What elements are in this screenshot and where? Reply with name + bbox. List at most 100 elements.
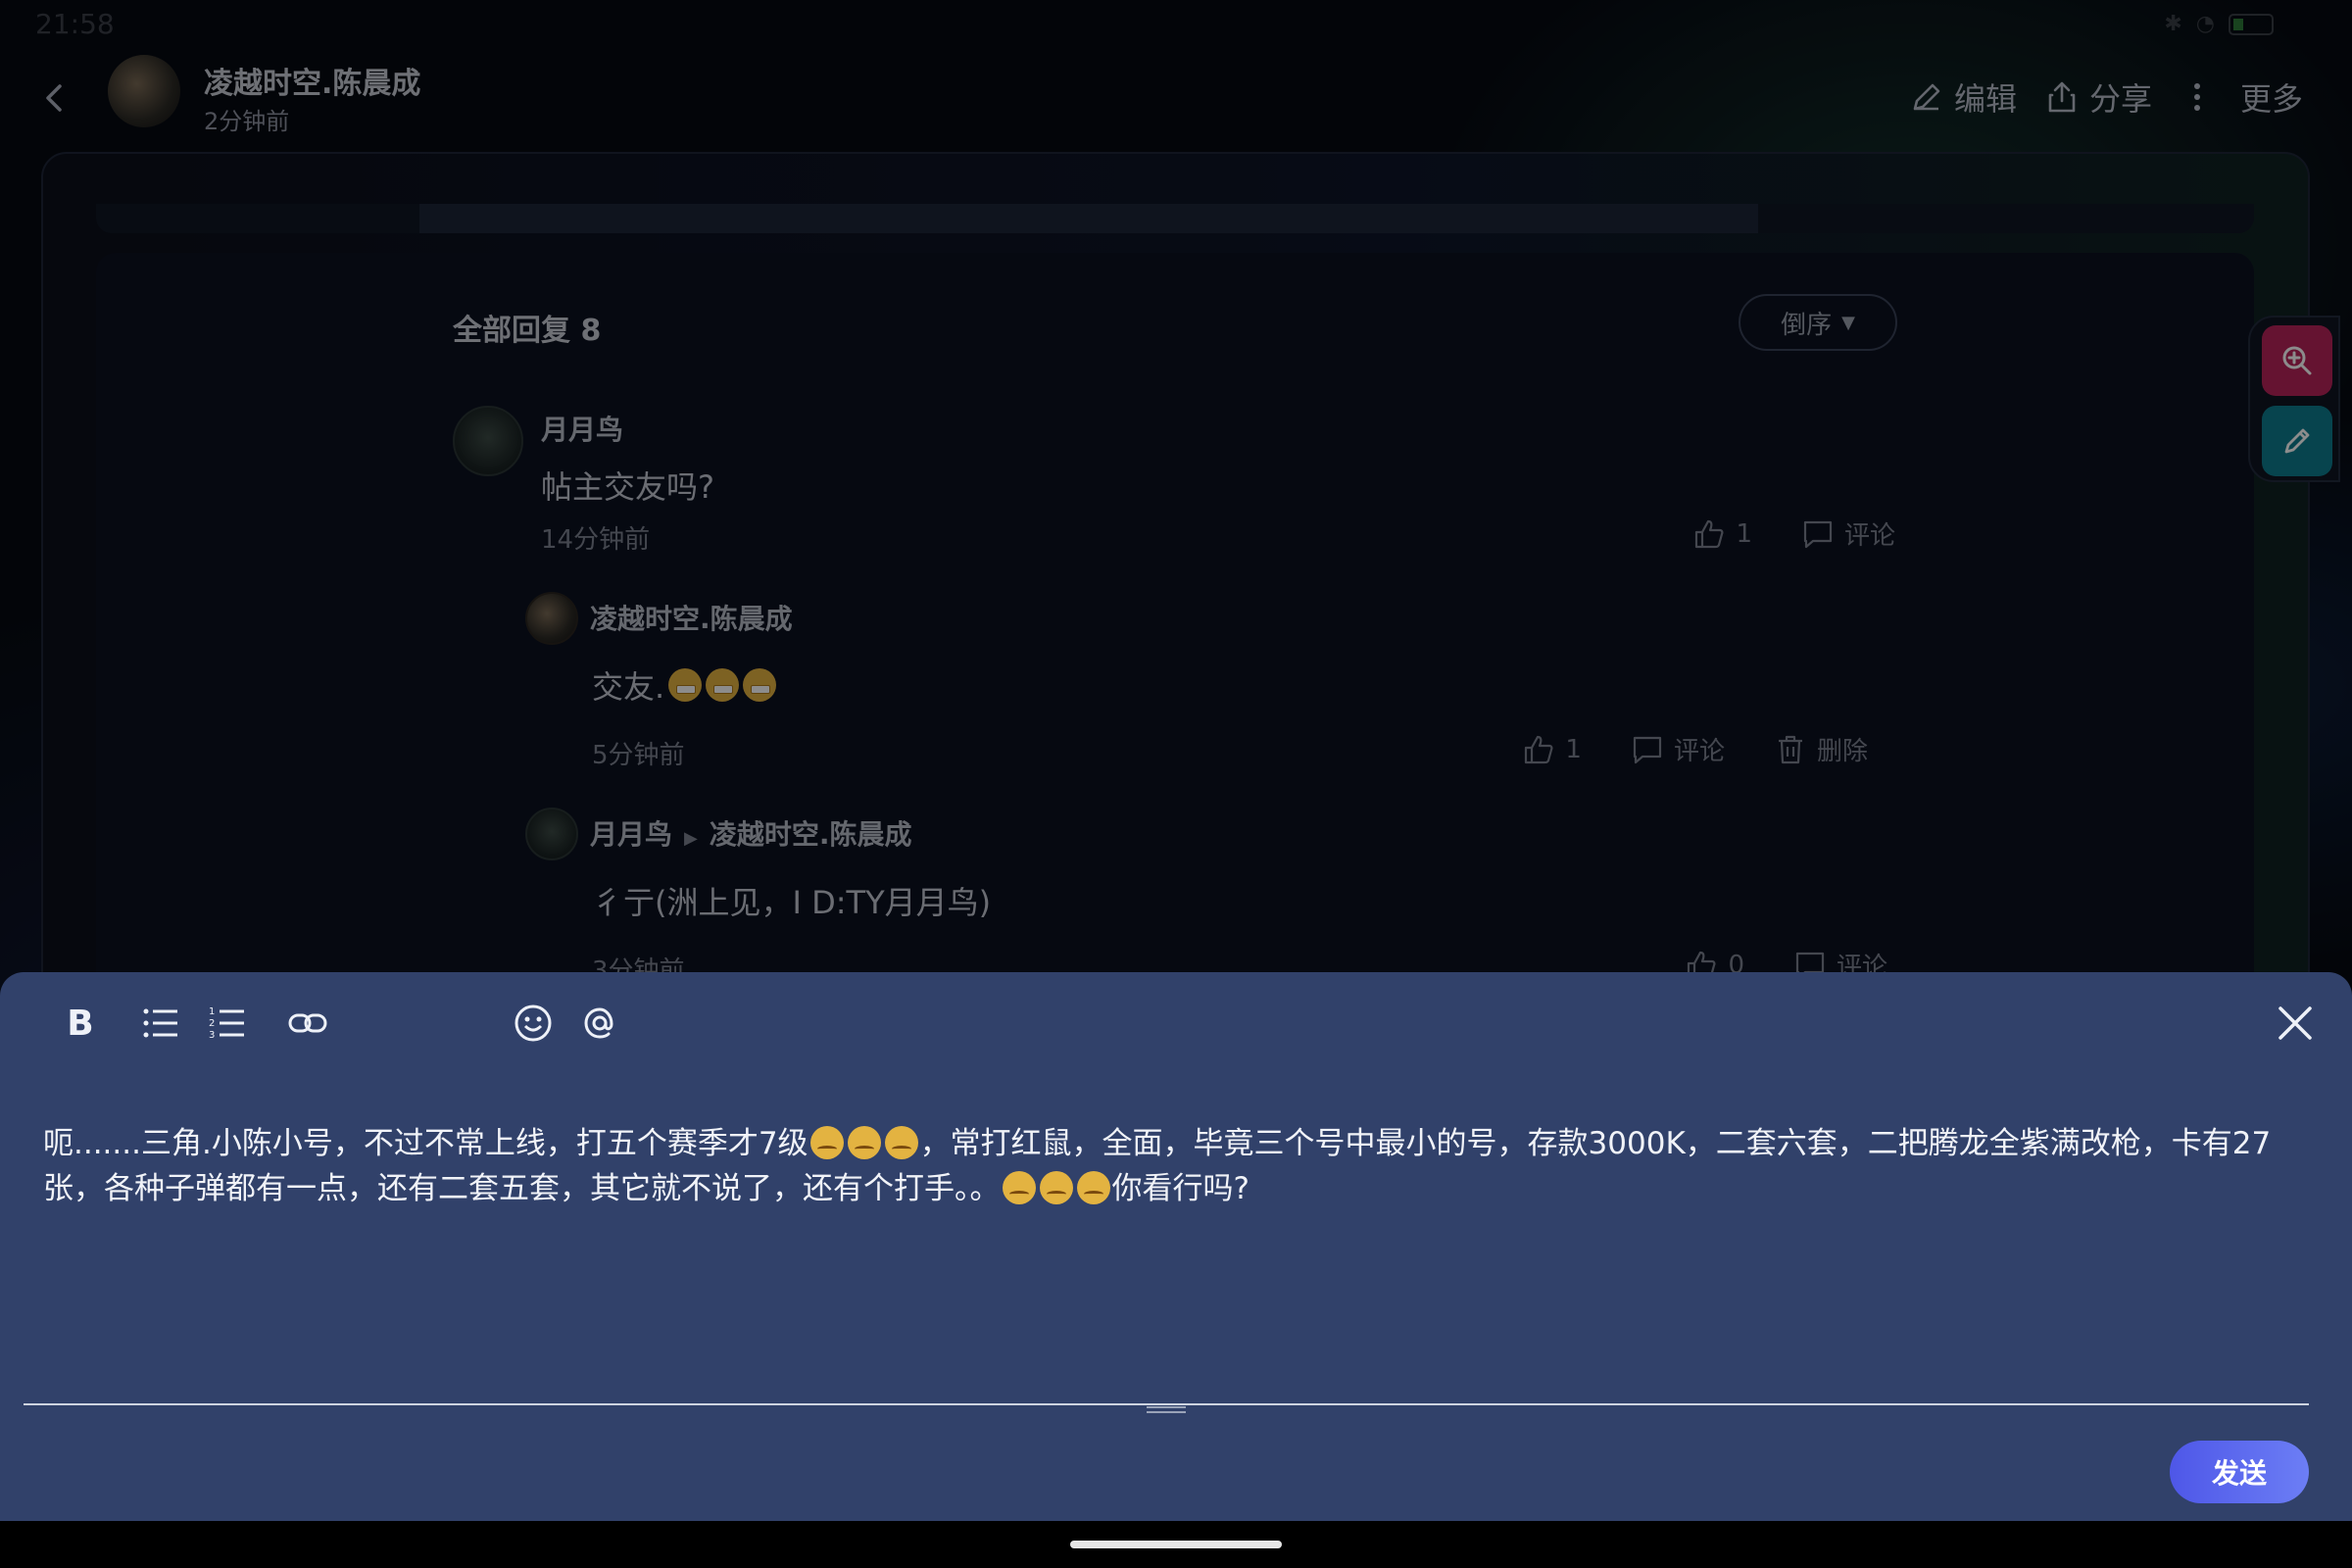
reply-text-part3: 你看行吗? bbox=[1111, 1171, 1250, 1206]
svg-text:3: 3 bbox=[209, 1030, 215, 1041]
grin-emoji-icon bbox=[706, 668, 740, 702]
share-button[interactable]: 分享 bbox=[2044, 74, 2152, 120]
like-button[interactable]: 1 bbox=[1692, 517, 1752, 551]
comment-button[interactable]: 评论 bbox=[1793, 947, 1887, 972]
comment-label: 评论 bbox=[1843, 521, 1895, 551]
like-button[interactable]: 1 bbox=[1522, 733, 1582, 766]
battery-icon bbox=[2229, 13, 2274, 35]
persevere-emoji-icon bbox=[1076, 1171, 1110, 1204]
like-count: 0 bbox=[1728, 950, 1744, 973]
comment-label: 评论 bbox=[1836, 953, 1887, 972]
share-icon bbox=[2048, 81, 2076, 113]
comment-button[interactable]: 评论 bbox=[1801, 515, 1895, 552]
bold-icon: B bbox=[67, 1003, 94, 1044]
more-button[interactable]: 更多 bbox=[2180, 74, 2303, 120]
comment-icon bbox=[1803, 520, 1833, 548]
bluetooth-icon: ✱ bbox=[2164, 12, 2182, 36]
grin-emoji-icon bbox=[668, 668, 703, 702]
status-time: 21:58 bbox=[35, 8, 115, 40]
bold-button[interactable]: B bbox=[57, 1000, 104, 1047]
comment-username[interactable]: 月月鸟 bbox=[590, 818, 672, 851]
zoom-in-icon bbox=[2282, 346, 2312, 375]
numbered-list-icon: 123 bbox=[209, 1006, 244, 1041]
send-button[interactable]: 发送 bbox=[2170, 1441, 2309, 1503]
comment-text: 交友. bbox=[592, 662, 777, 708]
pen-icon bbox=[2284, 428, 2310, 454]
sweat-emoji-icon bbox=[809, 1126, 844, 1159]
resize-handle[interactable] bbox=[1147, 1406, 1186, 1416]
thumbs-up-icon bbox=[1688, 951, 1716, 972]
floating-tools bbox=[2248, 316, 2340, 482]
like-count: 1 bbox=[1565, 734, 1582, 764]
close-icon bbox=[2278, 1006, 2312, 1040]
close-editor-button[interactable] bbox=[2266, 994, 2325, 1053]
reply-input[interactable]: 呃.......三角.小陈小号，不过不常上线，打五个赛季才7级 ，常打红鼠，全面，… bbox=[43, 1121, 2297, 1211]
reply-to-username[interactable]: 凌越时空.陈晨成 bbox=[710, 818, 912, 851]
comment-username[interactable]: 凌越时空.陈晨成 bbox=[590, 598, 793, 637]
trash-icon bbox=[1778, 735, 1802, 763]
zoom-button[interactable] bbox=[2262, 325, 2332, 396]
sweat-emoji-icon bbox=[847, 1126, 881, 1159]
write-button[interactable] bbox=[2262, 406, 2332, 476]
system-nav-bar bbox=[0, 1521, 2352, 1568]
caret-down-icon: ▼ bbox=[1841, 312, 1855, 333]
emoji-button[interactable] bbox=[510, 1000, 557, 1047]
sort-dropdown[interactable]: 倒序 ▼ bbox=[1739, 294, 1897, 351]
avatar[interactable] bbox=[525, 808, 578, 860]
editor-divider bbox=[24, 1403, 2309, 1405]
mention-button[interactable] bbox=[576, 1000, 623, 1047]
more-vertical-icon bbox=[2193, 83, 2200, 111]
comment-time: 5分钟前 bbox=[592, 741, 685, 770]
reply-text-part1: 呃.......三角.小陈小号，不过不常上线，打五个赛季才7级 bbox=[43, 1126, 808, 1161]
share-label: 分享 bbox=[2088, 80, 2152, 118]
comment-text: 帖主交友吗? bbox=[541, 468, 714, 506]
like-button[interactable]: 0 bbox=[1685, 949, 1744, 973]
delete-label: 删除 bbox=[1816, 737, 1868, 766]
bullet-list-button[interactable] bbox=[137, 1000, 184, 1047]
author-name[interactable]: 凌越时空.陈晨成 bbox=[204, 59, 420, 102]
comment-username[interactable]: 月月鸟 bbox=[541, 409, 623, 448]
caret-right-icon: ▶ bbox=[684, 828, 698, 849]
comment-item: 月月鸟 帖主交友吗? 14分钟前 1 评论 bbox=[453, 404, 1903, 570]
bullet-list-icon bbox=[143, 1008, 177, 1038]
link-button[interactable] bbox=[284, 1000, 331, 1047]
avatar[interactable] bbox=[453, 406, 523, 476]
comment-text-content: 交友. bbox=[592, 668, 665, 706]
like-count: 1 bbox=[1736, 518, 1752, 549]
comment-reply-header: 月月鸟 ▶ 凌越时空.陈晨成 bbox=[590, 813, 912, 853]
reply-editor: B 123 呃.......三角.小陈小号，不过不常上线，打五个赛季才7级 ，常打… bbox=[0, 972, 2352, 1521]
edit-button[interactable]: 编辑 bbox=[1909, 74, 2017, 120]
comment-icon bbox=[1633, 736, 1662, 763]
comment-actions: 1 评论 删除 bbox=[1522, 731, 1868, 767]
comment-reply-item: 月月鸟 ▶ 凌越时空.陈晨成 彳亍(洲上见，I D:TY月月鸟) 3分钟前 0 评论 bbox=[525, 806, 1897, 972]
status-icons: ✱ ◔ bbox=[2164, 12, 2274, 36]
reading-progress bbox=[96, 204, 2254, 233]
post-header: 凌越时空.陈晨成 2分钟前 编辑 分享 更多 bbox=[0, 49, 2352, 157]
comment-icon bbox=[1795, 952, 1825, 972]
at-sign-icon bbox=[584, 1007, 613, 1039]
comment-time: 14分钟前 bbox=[541, 525, 651, 555]
status-bar: 21:58 ✱ ◔ bbox=[0, 0, 2352, 49]
thumbs-up-icon bbox=[1695, 519, 1724, 548]
comments-title: 全部回复 8 bbox=[453, 314, 602, 348]
comment-button[interactable]: 评论 bbox=[1631, 731, 1725, 767]
sweat-emoji-icon bbox=[884, 1126, 918, 1159]
persevere-emoji-icon bbox=[1002, 1171, 1036, 1204]
grin-emoji-icon bbox=[743, 668, 777, 702]
author-avatar[interactable] bbox=[108, 55, 180, 127]
header-actions: 编辑 分享 更多 bbox=[1909, 74, 2303, 120]
home-indicator[interactable] bbox=[1070, 1541, 1282, 1548]
post-time: 2分钟前 bbox=[204, 108, 290, 135]
delete-button[interactable]: 删除 bbox=[1774, 731, 1868, 767]
smiley-icon bbox=[514, 1004, 552, 1042]
persevere-emoji-icon bbox=[1039, 1171, 1073, 1204]
comment-actions: 1 评论 bbox=[1692, 515, 1895, 552]
chevron-left-icon bbox=[46, 84, 62, 112]
pencil-icon bbox=[1913, 83, 1940, 111]
svg-text:2: 2 bbox=[209, 1018, 215, 1029]
numbered-list-button[interactable]: 123 bbox=[204, 1000, 251, 1047]
back-button[interactable] bbox=[35, 78, 74, 118]
avatar[interactable] bbox=[525, 592, 578, 645]
comment-reply-item: 凌越时空.陈晨成 交友. 5分钟前 1 评论 删除 bbox=[525, 590, 1878, 770]
editor-toolbar: B 123 bbox=[0, 972, 2352, 1070]
